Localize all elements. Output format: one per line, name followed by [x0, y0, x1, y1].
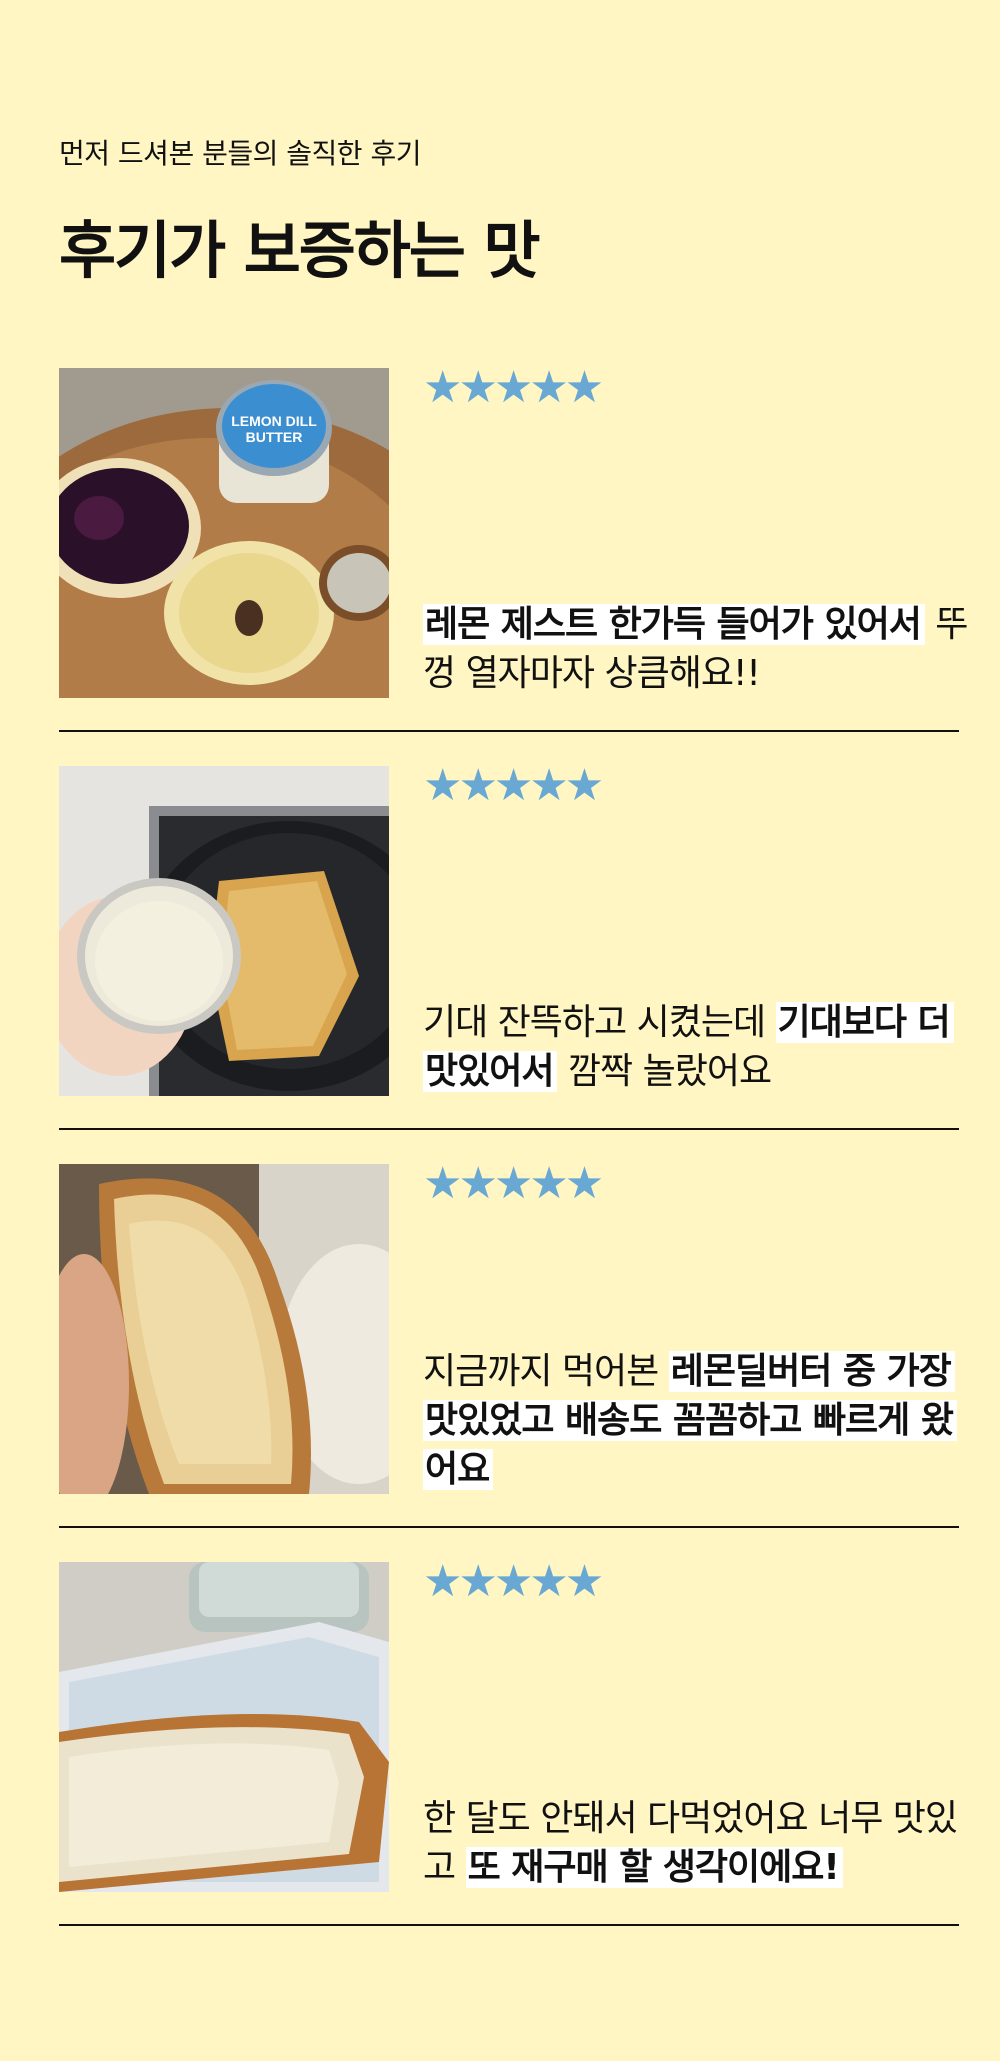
review-card: ★★★★★ 지금까지 먹어본 레몬딜버터 중 가장 맛있었고 배송도 꼼꼼하고 … — [59, 1158, 959, 1562]
star-rating: ★★★★★ — [423, 760, 604, 811]
review-highlight: 또 재구매 할 생각이에요! — [465, 1847, 843, 1888]
divider — [59, 1924, 959, 1926]
review-text: 지금까지 먹어본 레몬딜버터 중 가장 맛있었고 배송도 꼼꼼하고 빠르게 왔어… — [423, 1347, 983, 1494]
star-rating: ★★★★★ — [423, 1556, 604, 1607]
subtitle: 먼저 드셔본 분들의 솔직한 후기 — [59, 137, 421, 170]
review-text: 레몬 제스트 한가득 들어가 있어서 뚜껑 열자마자 상큼해요!! — [423, 600, 983, 698]
review-plain: 깜짝 놀랐어요 — [557, 1051, 772, 1092]
divider — [59, 730, 959, 732]
star-rating: ★★★★★ — [423, 1158, 604, 1209]
review-card: LEMON DILL BUTTER ★★★★★ 레몬 제스트 한가득 들어가 있… — [59, 362, 968, 766]
review-text: 한 달도 안돼서 다먹었어요 너무 맛있고 또 재구매 할 생각이에요! — [423, 1794, 983, 1892]
review-photo — [59, 766, 389, 1096]
divider — [59, 1526, 959, 1528]
review-card: ★★★★★ 기대 잔뜩하고 시켰는데 기대보다 더 맛있어서 깜짝 놀랐어요 — [59, 760, 959, 1164]
star-rating: ★★★★★ — [423, 362, 604, 413]
page-title: 후기가 보증하는 맛 — [59, 214, 540, 287]
review-photo — [59, 1164, 389, 1494]
divider — [59, 1128, 959, 1130]
jar-label: LEMON DILL — [231, 413, 317, 429]
review-highlight: 레몬 제스트 한가득 들어가 있어서 — [423, 604, 925, 645]
review-photo — [59, 1562, 389, 1892]
review-card: ★★★★★ 한 달도 안돼서 다먹었어요 너무 맛있고 또 재구매 할 생각이에… — [59, 1556, 959, 1960]
review-photo: LEMON DILL BUTTER — [59, 368, 389, 698]
review-text: 기대 잔뜩하고 시켰는데 기대보다 더 맛있어서 깜짝 놀랐어요 — [423, 998, 983, 1096]
review-plain: 지금까지 먹어본 — [423, 1351, 669, 1392]
svg-text:BUTTER: BUTTER — [246, 429, 303, 445]
review-plain: 기대 잔뜩하고 시켰는데 — [423, 1002, 776, 1043]
